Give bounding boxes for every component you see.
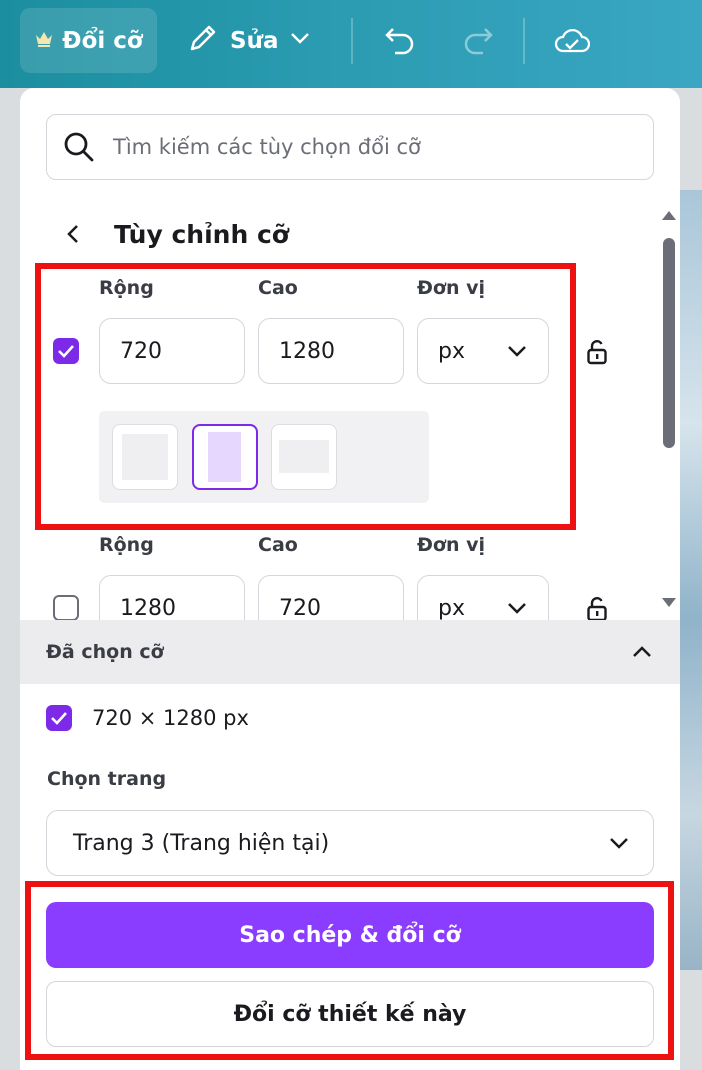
unit-label: Đơn vị [417, 534, 486, 556]
unlock-icon[interactable] [585, 338, 609, 366]
search-placeholder: Tìm kiếm các tùy chọn đổi cỡ [113, 135, 421, 159]
height-label: Cao [258, 534, 298, 556]
chevron-down-icon [288, 26, 312, 56]
selected-size-text: 720 × 1280 px [92, 706, 249, 730]
resize-label: Đổi cỡ [62, 27, 143, 54]
crown-icon [34, 28, 54, 54]
scrollbar[interactable] [658, 208, 680, 628]
chevron-down-icon [508, 603, 526, 614]
edit-button[interactable]: Sửa [186, 8, 312, 73]
toolbar-divider [523, 18, 525, 64]
editor-toolbar: Đổi cỡ Sửa [0, 0, 702, 88]
section-title: Tùy chỉnh cỡ [114, 219, 289, 249]
chevron-up-icon[interactable] [630, 640, 654, 664]
highlight-frame-actions [25, 881, 674, 1060]
design-canvas [680, 190, 702, 970]
selected-size-checkbox[interactable] [46, 705, 72, 731]
page-select[interactable]: Trang 3 (Trang hiện tại) [46, 810, 654, 876]
selected-size-item[interactable]: 720 × 1280 px [46, 705, 249, 731]
unlock-icon[interactable] [585, 595, 609, 623]
page-label: Chọn trang [47, 768, 167, 790]
unit-value: px [438, 595, 465, 621]
chevron-down-icon [610, 838, 628, 849]
toolbar-divider [351, 18, 353, 64]
scroll-thumb[interactable] [663, 238, 675, 448]
chevron-left-icon [67, 225, 78, 243]
redo-icon[interactable] [460, 22, 496, 58]
scroll-up-icon[interactable] [660, 208, 678, 222]
check-icon [51, 712, 67, 725]
pencil-icon [186, 21, 220, 61]
search-input[interactable]: Tìm kiếm các tùy chọn đổi cỡ [46, 114, 654, 180]
selected-sizes-header[interactable]: Đã chọn cỡ [20, 620, 680, 684]
page-select-value: Trang 3 (Trang hiện tại) [73, 830, 330, 856]
size-checkbox[interactable] [53, 595, 79, 621]
edit-label: Sửa [230, 27, 279, 54]
selected-sizes-title: Đã chọn cỡ [46, 641, 164, 663]
cloud-saved-icon[interactable] [554, 22, 590, 58]
highlight-frame-size [35, 263, 576, 530]
back-button[interactable]: Tùy chỉnh cỡ [60, 212, 289, 256]
scroll-down-icon[interactable] [660, 596, 678, 610]
search-icon [64, 132, 94, 162]
resize-button[interactable]: Đổi cỡ [20, 8, 157, 73]
undo-icon[interactable] [382, 22, 418, 58]
width-label: Rộng [99, 534, 154, 556]
